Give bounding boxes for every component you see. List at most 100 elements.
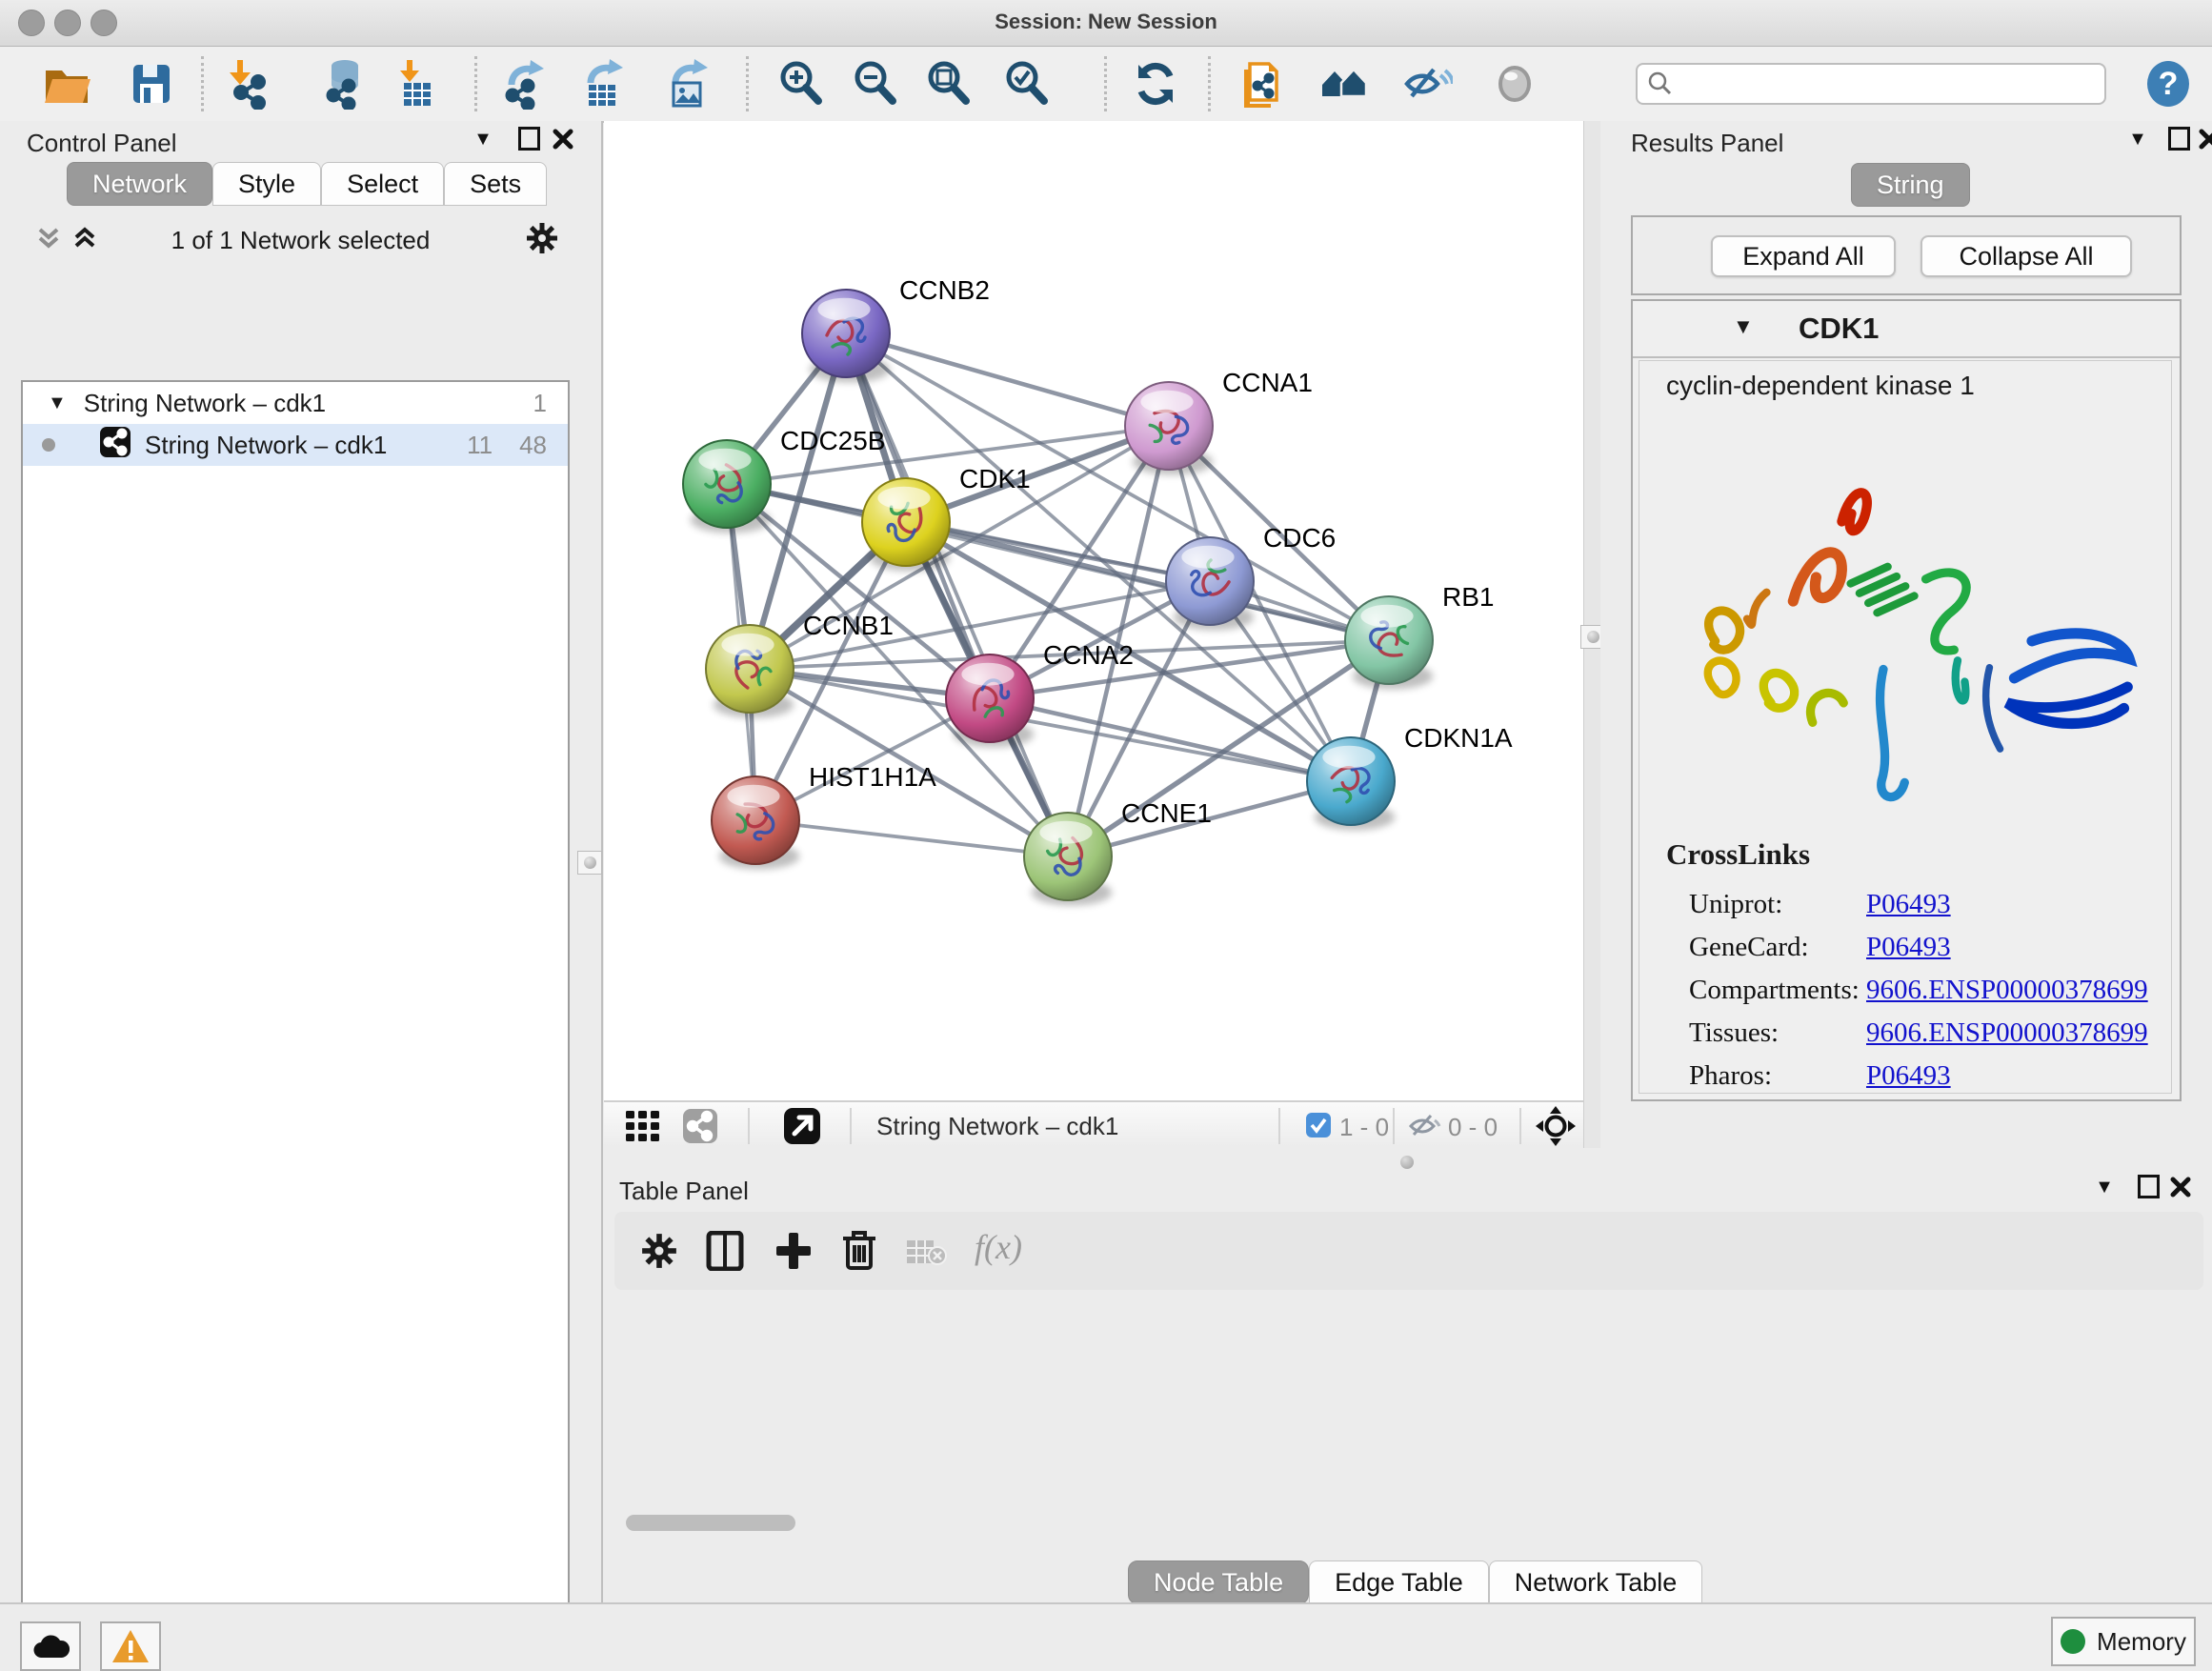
control-panel-tabs: Network Style Select Sets — [67, 162, 547, 206]
network-collection-row[interactable]: ▼ String Network – cdk1 1 — [23, 382, 568, 424]
network-node-ccne1[interactable]: CCNE1 — [1024, 798, 1212, 906]
grid-view-icon[interactable] — [625, 1109, 661, 1148]
zoom-in-icon[interactable] — [775, 58, 827, 110]
function-builder-icon[interactable]: f(x) — [975, 1227, 1022, 1267]
network-status-dot — [42, 438, 55, 452]
toolbar-separator — [1208, 56, 1211, 111]
import-network-database-icon[interactable] — [313, 58, 365, 110]
network-node-cdc25b[interactable]: CDC25B — [683, 426, 885, 534]
network-edge — [846, 333, 1169, 426]
collection-expand-icon[interactable]: ▼ — [48, 393, 67, 414]
title-bar: Session: New Session — [0, 0, 2212, 47]
collection-count: 1 — [533, 389, 547, 418]
table-gear-icon[interactable] — [641, 1233, 677, 1274]
open-session-icon[interactable] — [41, 58, 92, 110]
node-label-ccnb2: CCNB2 — [899, 275, 990, 305]
help-icon[interactable]: ? — [2143, 59, 2193, 113]
zoom-fit-icon[interactable] — [923, 58, 975, 110]
crosslink-link[interactable]: P06493 — [1866, 889, 1951, 920]
tab-select[interactable]: Select — [321, 162, 444, 206]
gene-section: ▼ CDK1 cyclin-dependent kinase 1 — [1631, 299, 2182, 1101]
search-input[interactable] — [1674, 70, 2087, 98]
network-from-selection-icon[interactable] — [1237, 58, 1288, 110]
hide-selected-icon[interactable] — [1401, 58, 1453, 110]
toolbar-separator — [474, 56, 477, 111]
network-node-cdk1[interactable]: CDK1 — [862, 464, 1031, 572]
open-view-icon[interactable] — [783, 1107, 821, 1150]
table-panel-close-icon[interactable] — [2166, 1177, 2195, 1201]
import-network-file-icon[interactable] — [221, 58, 272, 110]
tab-style[interactable]: Style — [212, 162, 321, 206]
export-image-icon[interactable] — [662, 58, 714, 110]
warning-button[interactable] — [100, 1621, 161, 1671]
results-panel-menu-icon[interactable]: ▼ — [2123, 129, 2152, 153]
network-node-hist1h1a[interactable]: HIST1H1A — [712, 762, 936, 870]
delete-table-icon[interactable] — [906, 1237, 948, 1272]
table-horizontal-scrollbar[interactable] — [626, 1515, 795, 1531]
zoom-out-icon[interactable] — [850, 58, 901, 110]
delete-column-trash-icon[interactable] — [841, 1229, 877, 1276]
export-network-icon[interactable] — [500, 58, 552, 110]
tab-node-table[interactable]: Node Table — [1128, 1560, 1309, 1604]
zoom-selected-icon[interactable] — [1001, 58, 1053, 110]
results-panel-float-icon[interactable] — [2164, 127, 2193, 151]
footer-separator — [1393, 1108, 1395, 1144]
crosslink-label: Tissues: — [1689, 1017, 1866, 1049]
crosslink-link[interactable]: 9606.ENSP00000378699 — [1866, 975, 2148, 1006]
network-options-gear-icon[interactable] — [526, 222, 558, 259]
memory-button[interactable]: Memory — [2051, 1617, 2196, 1666]
node-label-cdk1: CDK1 — [959, 464, 1031, 493]
show-columns-icon[interactable] — [706, 1231, 744, 1276]
crosslink-link[interactable]: P06493 — [1866, 932, 1951, 963]
tab-edge-table[interactable]: Edge Table — [1309, 1560, 1489, 1604]
first-neighbors-icon[interactable] — [1318, 58, 1370, 110]
birdseye-share-icon[interactable] — [682, 1108, 718, 1149]
results-panel-close-icon[interactable] — [2195, 129, 2212, 153]
crosslink-link[interactable]: 9606.ENSP00000378699 — [1866, 1017, 2148, 1049]
gene-section-header[interactable]: ▼ CDK1 — [1633, 301, 2180, 358]
network-selection-status: 1 of 1 Network selected — [0, 226, 601, 255]
footer-network-name: String Network – cdk1 — [876, 1112, 1118, 1141]
export-table-icon[interactable] — [577, 58, 629, 110]
tab-network-table[interactable]: Network Table — [1489, 1560, 1703, 1604]
control-panel-float-icon[interactable] — [514, 127, 543, 151]
control-panel-menu-icon[interactable]: ▼ — [469, 129, 497, 153]
collapse-all-button[interactable]: Collapse All — [1920, 235, 2132, 277]
hidden-eye-icon[interactable] — [1408, 1111, 1442, 1146]
main-toolbar: ? — [0, 47, 2212, 123]
search-icon — [1647, 70, 1674, 97]
show-all-icon[interactable] — [1489, 58, 1540, 110]
cloud-button[interactable] — [20, 1621, 81, 1671]
control-panel-close-icon[interactable] — [549, 129, 577, 153]
tab-network[interactable]: Network — [67, 162, 212, 206]
tab-sets[interactable]: Sets — [444, 162, 547, 206]
selected-checkbox-icon[interactable] — [1305, 1112, 1332, 1143]
results-buttons-box: Expand All Collapse All — [1631, 215, 2182, 295]
protein-structure-image — [1660, 424, 2156, 805]
horizontal-splitter-handle[interactable] — [1400, 1156, 1414, 1169]
expand-all-button[interactable]: Expand All — [1711, 235, 1896, 277]
import-table-file-icon[interactable] — [391, 58, 442, 110]
application-window: Session: New Session — [0, 0, 2212, 1671]
fit-crosshair-icon[interactable] — [1536, 1106, 1576, 1151]
table-panel-menu-icon[interactable]: ▼ — [2090, 1177, 2119, 1201]
horizontal-splitter[interactable] — [604, 1148, 2212, 1174]
gene-expand-icon[interactable]: ▼ — [1733, 314, 1754, 339]
footer-separator — [850, 1108, 852, 1144]
crosslinks-title: CrossLinks — [1666, 837, 1810, 872]
table-panel-float-icon[interactable] — [2134, 1175, 2162, 1199]
add-column-icon[interactable] — [774, 1231, 813, 1276]
network-canvas[interactable]: CCNB2CCNA1CDC25BCDK1CDC6RB1CCNB1CCNA2CDK… — [604, 121, 1583, 1100]
footer-separator — [1519, 1108, 1521, 1144]
apply-layout-icon[interactable] — [1130, 58, 1181, 110]
crosslink-label: Pharos: — [1689, 1060, 1866, 1092]
results-panel-title: Results Panel — [1631, 129, 1783, 158]
tab-string[interactable]: String — [1851, 163, 1970, 207]
left-splitter-handle[interactable] — [577, 851, 602, 875]
network-node-ccna1[interactable]: CCNA1 — [1125, 368, 1313, 475]
network-node-cdkn1a[interactable]: CDKN1A — [1307, 723, 1513, 831]
save-session-icon[interactable] — [126, 58, 177, 110]
network-row-selected[interactable]: String Network – cdk1 11 48 — [23, 424, 568, 466]
crosslink-link[interactable]: P06493 — [1866, 1060, 1951, 1092]
network-node-rb1[interactable]: RB1 — [1345, 582, 1494, 690]
